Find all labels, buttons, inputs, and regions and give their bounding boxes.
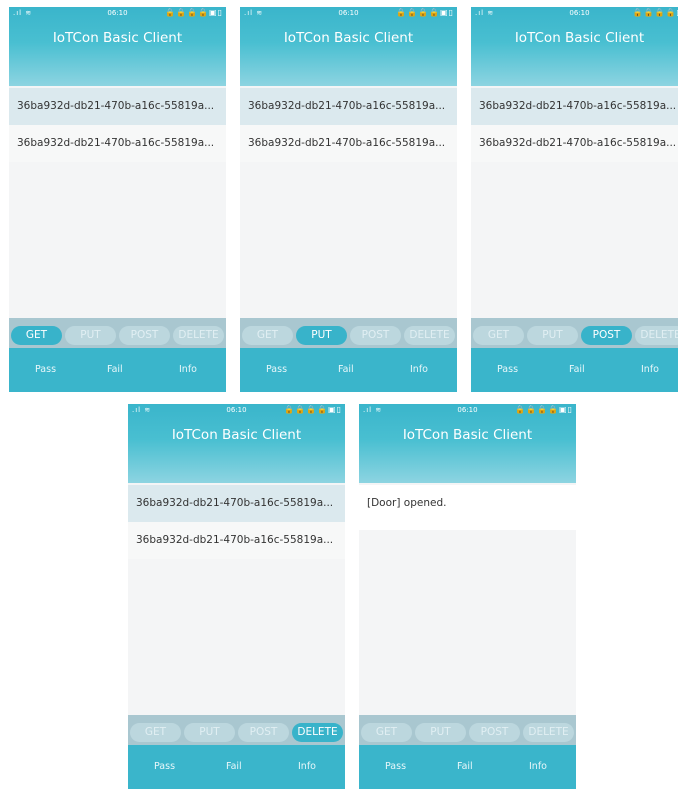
put-button[interactable]: PUT — [527, 326, 578, 345]
result-message: [Door] opened. — [359, 485, 576, 530]
pass-button[interactable]: Pass — [266, 364, 287, 375]
screen-delete: .ıl ≋ 06:10 🔒🔒🔒🔒▣▯ IoTCon Basic Client 3… — [128, 404, 345, 789]
info-button[interactable]: Info — [529, 761, 547, 772]
footer-bar: Pass Fail Info — [359, 745, 576, 789]
fail-button[interactable]: Fail — [457, 761, 473, 772]
list-item[interactable]: 36ba932d-db21-470b-a16c-55819a... — [9, 125, 226, 162]
fail-button[interactable]: Fail — [338, 364, 354, 375]
delete-button[interactable]: DELETE — [404, 326, 455, 345]
pass-button[interactable]: Pass — [385, 761, 406, 772]
info-button[interactable]: Info — [179, 364, 197, 375]
status-bar: .ıl ≋ 06:10 🔒🔒🔒🔒▣▯ — [240, 7, 457, 20]
app-title: IoTCon Basic Client — [283, 30, 414, 46]
list-item[interactable]: 36ba932d-db21-470b-a16c-55819a... — [240, 125, 457, 162]
status-bar: .ıl ≋ 06:10 🔒🔒🔒🔒▣▯ — [128, 404, 345, 417]
status-bar: .ıl ≋ 06:10 🔒🔒🔒🔒▣▯ — [359, 404, 576, 417]
method-button-bar: GET PUT POST DELETE — [240, 318, 457, 348]
status-bar: .ıl ≋ 06:10 🔒🔒🔒🔒▣ — [471, 7, 678, 20]
post-button[interactable]: POST — [581, 326, 632, 345]
info-button[interactable]: Info — [641, 364, 659, 375]
put-button[interactable]: PUT — [415, 723, 466, 742]
put-button[interactable]: PUT — [184, 723, 235, 742]
get-button[interactable]: GET — [130, 723, 181, 742]
list-item[interactable]: 36ba932d-db21-470b-a16c-55819a... — [9, 88, 226, 125]
method-button-bar: GET PUT POST DELETE — [359, 715, 576, 745]
fail-button[interactable]: Fail — [226, 761, 242, 772]
pass-button[interactable]: Pass — [497, 364, 518, 375]
get-button[interactable]: GET — [361, 723, 412, 742]
footer-bar: Pass Fail Info — [128, 745, 345, 789]
fail-button[interactable]: Fail — [569, 364, 585, 375]
post-button[interactable]: POST — [469, 723, 520, 742]
put-button[interactable]: PUT — [296, 326, 347, 345]
notification-icons: 🔒🔒🔒🔒▣▯ — [165, 8, 223, 17]
list-item[interactable]: 36ba932d-db21-470b-a16c-55819a... — [128, 522, 345, 559]
app-title: IoTCon Basic Client — [402, 427, 533, 443]
fail-button[interactable]: Fail — [107, 364, 123, 375]
delete-button[interactable]: DELETE — [173, 326, 224, 345]
notification-icons: 🔒🔒🔒🔒▣▯ — [284, 405, 342, 414]
post-button[interactable]: POST — [350, 326, 401, 345]
screen-put: .ıl ≋ 06:10 🔒🔒🔒🔒▣▯ IoTCon Basic Client 3… — [240, 7, 457, 392]
method-button-bar: GET PUT POST DELETE — [128, 715, 345, 745]
footer-bar: Pass Fail Info — [9, 348, 226, 392]
delete-button[interactable]: DELETE — [523, 723, 574, 742]
list-item[interactable]: 36ba932d-db21-470b-a16c-55819a... — [128, 485, 345, 522]
info-button[interactable]: Info — [410, 364, 428, 375]
delete-button[interactable]: DELETE — [635, 326, 678, 345]
footer-bar: Pass Fail Info — [471, 348, 678, 392]
list-item[interactable]: 36ba932d-db21-470b-a16c-55819a... — [471, 125, 678, 162]
status-bar: .ıl ≋ 06:10 🔒🔒🔒🔒▣▯ — [9, 7, 226, 20]
get-button[interactable]: GET — [473, 326, 524, 345]
method-button-bar: GET PUT POST DELETE — [471, 318, 678, 348]
post-button[interactable]: POST — [119, 326, 170, 345]
method-button-bar: GET PUT POST DELETE — [9, 318, 226, 348]
list-item[interactable]: 36ba932d-db21-470b-a16c-55819a... — [471, 88, 678, 125]
get-button[interactable]: GET — [11, 326, 62, 345]
app-title: IoTCon Basic Client — [171, 427, 302, 443]
footer-bar: Pass Fail Info — [240, 348, 457, 392]
app-title: IoTCon Basic Client — [52, 30, 183, 46]
screen-get: .ıl ≋ 06:10 🔒🔒🔒🔒▣▯ IoTCon Basic Client 3… — [9, 7, 226, 392]
list-item[interactable]: 36ba932d-db21-470b-a16c-55819a... — [240, 88, 457, 125]
put-button[interactable]: PUT — [65, 326, 116, 345]
info-button[interactable]: Info — [298, 761, 316, 772]
delete-button[interactable]: DELETE — [292, 723, 343, 742]
app-title: IoTCon Basic Client — [514, 30, 645, 46]
notification-icons: 🔒🔒🔒🔒▣▯ — [396, 8, 454, 17]
get-button[interactable]: GET — [242, 326, 293, 345]
post-button[interactable]: POST — [238, 723, 289, 742]
notification-icons: 🔒🔒🔒🔒▣ — [632, 8, 678, 17]
screen-post: .ıl ≋ 06:10 🔒🔒🔒🔒▣ IoTCon Basic Client 36… — [471, 7, 678, 392]
notification-icons: 🔒🔒🔒🔒▣▯ — [515, 405, 573, 414]
pass-button[interactable]: Pass — [35, 364, 56, 375]
pass-button[interactable]: Pass — [154, 761, 175, 772]
screen-result: .ıl ≋ 06:10 🔒🔒🔒🔒▣▯ IoTCon Basic Client [… — [359, 404, 576, 789]
